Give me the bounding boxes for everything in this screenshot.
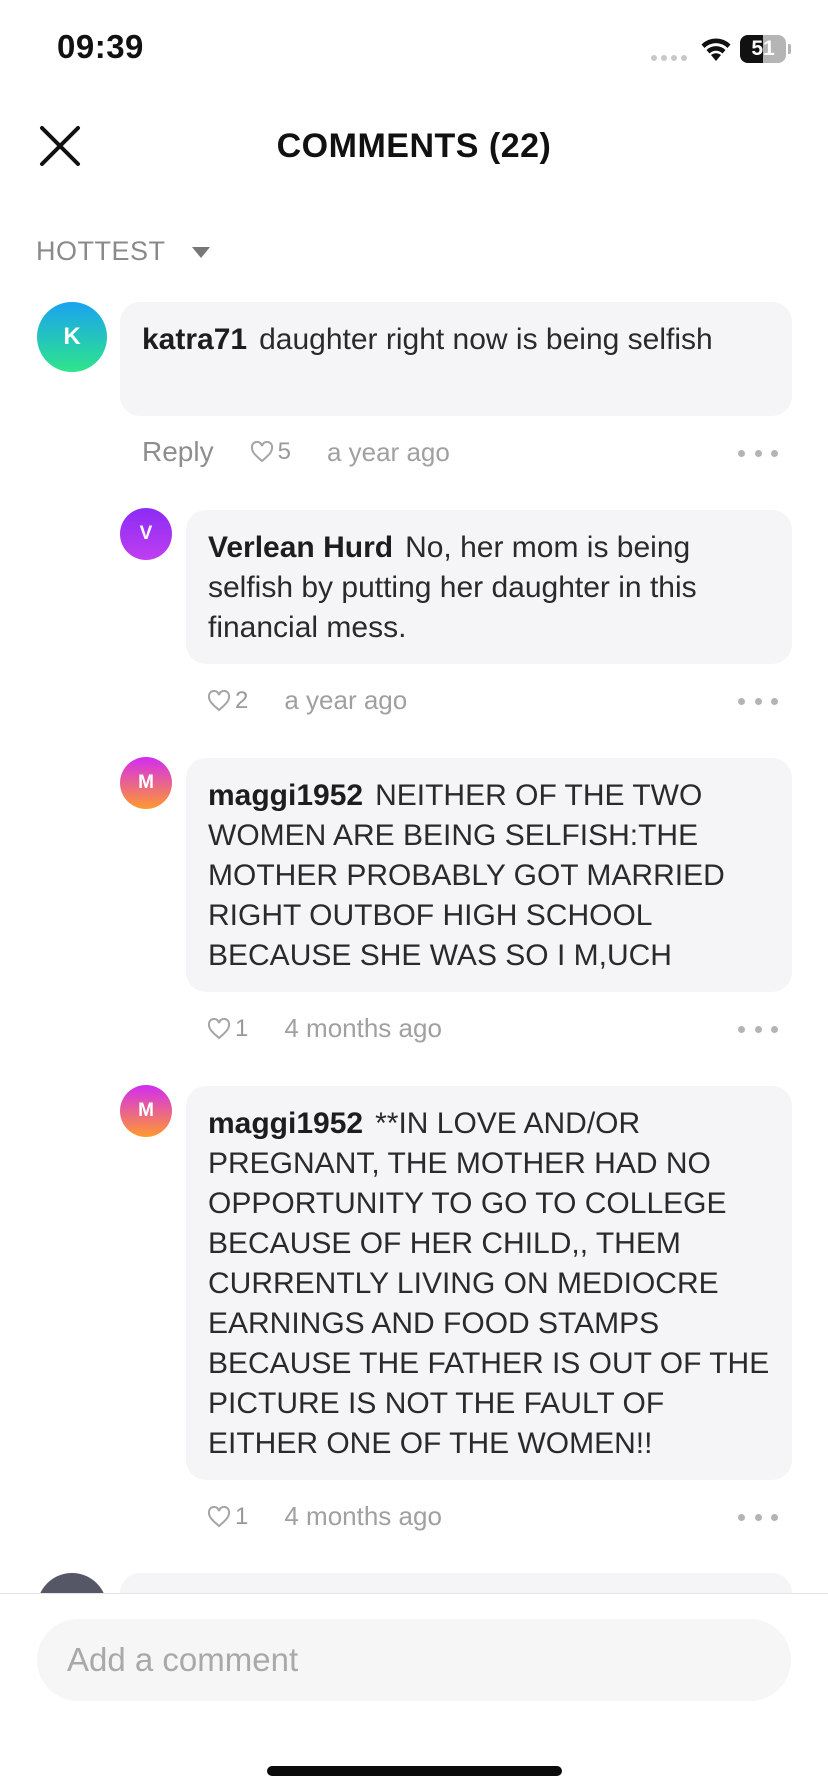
avatar[interactable]: M bbox=[120, 757, 172, 809]
like-count: 1 bbox=[235, 1014, 249, 1042]
like-button[interactable]: 1 bbox=[207, 1503, 248, 1531]
comment-bubble[interactable]: maggi1952 **IN LOVE AND/OR PREGNANT, THE … bbox=[186, 1086, 792, 1480]
reply-button[interactable]: Reply bbox=[142, 436, 214, 468]
comment-time: a year ago bbox=[284, 685, 408, 715]
comment-composer bbox=[0, 1593, 828, 1792]
comment-input[interactable] bbox=[37, 1619, 791, 1701]
avatar[interactable]: K bbox=[37, 302, 107, 372]
comment-meta: Reply 5 a year ago bbox=[142, 436, 450, 468]
like-button[interactable]: 1 bbox=[207, 1015, 248, 1043]
heart-icon bbox=[207, 1017, 231, 1039]
comment-text: daughter right now is being selfish bbox=[259, 323, 713, 356]
avatar-letter: M bbox=[138, 772, 154, 793]
like-button[interactable]: 5 bbox=[250, 438, 291, 466]
comment-time: a year ago bbox=[326, 436, 450, 467]
like-count: 1 bbox=[235, 1502, 249, 1530]
signal-icon bbox=[651, 55, 687, 61]
comment-bubble[interactable]: maggi1952 NEITHER OF THE TWO WOMEN ARE BE… bbox=[186, 758, 792, 992]
comment-time: 4 months ago bbox=[284, 1501, 442, 1531]
comment-meta: 1 4 months ago bbox=[207, 1501, 442, 1532]
like-count: 2 bbox=[235, 686, 249, 714]
avatar[interactable]: V bbox=[120, 508, 172, 560]
sort-dropdown[interactable]: HOTTEST bbox=[36, 236, 210, 267]
avatar-letter: K bbox=[63, 323, 81, 350]
comment-time: 4 months ago bbox=[284, 1013, 442, 1043]
comment-bubble[interactable]: katra71 daughter right now is being selfi… bbox=[120, 302, 792, 416]
page-title: COMMENTS (22) bbox=[276, 127, 552, 165]
comment-author[interactable]: Verlean Hurd bbox=[208, 531, 393, 564]
more-options-icon[interactable] bbox=[738, 1505, 778, 1529]
avatar-letter: M bbox=[138, 1100, 154, 1121]
comment-author[interactable]: katra71 bbox=[142, 323, 247, 356]
comment-meta: 2 a year ago bbox=[207, 685, 407, 716]
avatar-letter: V bbox=[139, 523, 153, 544]
like-count: 5 bbox=[277, 438, 291, 465]
heart-icon bbox=[250, 441, 273, 463]
comment-author[interactable]: maggi1952 bbox=[208, 779, 363, 812]
like-button[interactable]: 2 bbox=[207, 687, 248, 715]
battery-level: 51 bbox=[751, 37, 775, 60]
more-options-icon[interactable] bbox=[738, 441, 778, 465]
more-options-icon[interactable] bbox=[738, 689, 778, 713]
wifi-icon bbox=[701, 38, 731, 61]
status-bar: 09:39 51 bbox=[0, 0, 828, 100]
comment-bubble[interactable]: Verlean Hurd No, her mom is being selfish… bbox=[186, 510, 792, 664]
battery-icon: 51 bbox=[740, 35, 791, 63]
more-options-icon[interactable] bbox=[738, 1017, 778, 1041]
caret-down-icon bbox=[191, 247, 210, 258]
home-indicator bbox=[267, 1766, 562, 1776]
heart-icon bbox=[207, 1505, 231, 1527]
avatar[interactable]: M bbox=[120, 1085, 172, 1137]
comment-author[interactable]: maggi1952 bbox=[208, 1107, 363, 1140]
status-time: 09:39 bbox=[57, 28, 144, 65]
sort-label: HOTTEST bbox=[36, 236, 166, 266]
comment-text: **IN LOVE AND/OR PREGNANT, THE MOTHER HA… bbox=[208, 1107, 770, 1460]
comment-meta: 1 4 months ago bbox=[207, 1013, 442, 1044]
heart-icon bbox=[207, 689, 231, 711]
